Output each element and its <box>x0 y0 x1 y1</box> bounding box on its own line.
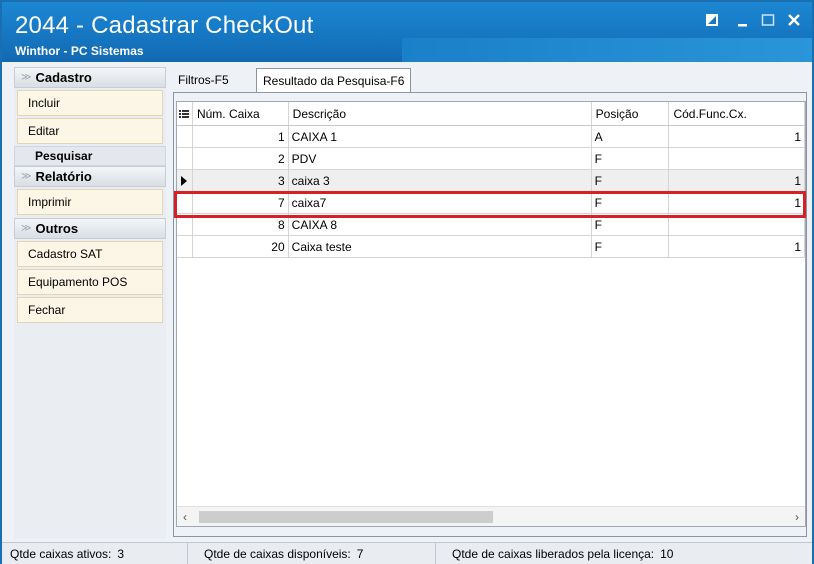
cadastro-sat-button[interactable]: Cadastro SAT <box>17 241 163 267</box>
incluir-button[interactable]: Incluir <box>17 90 163 116</box>
cell-descricao: caixa 3 <box>289 170 592 191</box>
scrollbar-thumb[interactable] <box>199 511 493 523</box>
table-row[interactable]: 8 CAIXA 8 F <box>177 214 805 236</box>
restore-icon[interactable] <box>704 12 722 30</box>
section-outros-header[interactable]: ≫ Outros <box>14 218 166 239</box>
cell-posicao: F <box>592 236 670 257</box>
minimize-icon[interactable] <box>736 12 754 30</box>
cell-codfunc: 1 <box>669 170 805 191</box>
cell-codfunc <box>669 214 805 235</box>
table-row-selected[interactable]: 3 caixa 3 F 1 <box>177 170 805 192</box>
section-relatorio-header[interactable]: ≫ Relatório <box>14 166 166 187</box>
app-window: 2044 - Cadastrar CheckOut Winthor - PC S… <box>0 0 814 564</box>
sidebar: ≫ Cadastro Incluir Editar Pesquisar ≫ Re… <box>14 67 166 539</box>
scroll-right-icon[interactable]: › <box>795 510 799 524</box>
cell-num: 7 <box>193 192 289 213</box>
cell-posicao: F <box>592 170 670 191</box>
status-liberados: Qtde de caixas liberados pela licença: 1… <box>436 543 808 564</box>
column-chooser-icon[interactable] <box>177 102 193 125</box>
cell-codfunc: 1 <box>669 126 805 147</box>
pesquisar-button[interactable]: Pesquisar <box>14 146 166 166</box>
tab-resultado[interactable]: Resultado da Pesquisa-F6 <box>256 68 412 93</box>
scroll-left-icon[interactable]: ‹ <box>183 510 187 524</box>
status-ativos-label: Qtde caixas ativos: <box>10 546 112 561</box>
cell-num: 1 <box>193 126 289 147</box>
window-subtitle: Winthor - PC Sistemas <box>15 44 144 58</box>
cell-posicao: A <box>592 126 670 147</box>
window-title: 2044 - Cadastrar CheckOut <box>15 12 314 39</box>
horizontal-scrollbar[interactable]: ‹ › <box>177 506 805 526</box>
table-row[interactable]: 1 CAIXA 1 A 1 <box>177 126 805 148</box>
column-header-num[interactable]: Núm. Caixa <box>192 102 289 125</box>
close-icon[interactable] <box>786 12 804 30</box>
imprimir-button[interactable]: Imprimir <box>17 189 163 215</box>
table-row[interactable]: 7 caixa7 F 1 <box>177 192 805 214</box>
status-disponiveis: Qtde de caixas disponíveis: 7 <box>188 543 436 564</box>
cell-codfunc: 1 <box>669 236 805 257</box>
editar-button[interactable]: Editar <box>17 118 163 144</box>
fechar-button[interactable]: Fechar <box>17 297 163 323</box>
grid-header: Núm. Caixa Descrição Posição Cód.Func.Cx… <box>177 102 805 126</box>
cell-descricao: PDV <box>289 148 592 169</box>
section-relatorio-label: Relatório <box>35 169 92 184</box>
cell-descricao: CAIXA 1 <box>289 126 592 147</box>
section-outros-label: Outros <box>35 221 79 236</box>
maximize-icon[interactable] <box>760 12 778 30</box>
cell-descricao: caixa7 <box>289 192 592 213</box>
status-ativos: Qtde caixas ativos: 3 <box>2 543 188 564</box>
cell-posicao: F <box>592 192 670 213</box>
cell-num: 8 <box>193 214 289 235</box>
row-pointer-icon <box>177 170 193 191</box>
cell-num: 20 <box>193 236 289 257</box>
chevron-down-icon: ≫ <box>21 171 32 182</box>
column-header-codfunc[interactable]: Cód.Func.Cx. <box>669 102 805 125</box>
cell-codfunc: 1 <box>669 192 805 213</box>
cell-posicao: F <box>592 148 670 169</box>
status-ativos-value: 3 <box>117 546 125 561</box>
title-bar: 2044 - Cadastrar CheckOut Winthor - PC S… <box>2 2 812 62</box>
cell-num: 2 <box>193 148 289 169</box>
status-bar: Qtde caixas ativos: 3 Qtde de caixas dis… <box>2 542 812 564</box>
table-row[interactable]: 20 Caixa teste F 1 <box>177 236 805 258</box>
status-disponiveis-label: Qtde de caixas disponíveis: <box>204 546 351 561</box>
cell-posicao: F <box>592 214 670 235</box>
chevron-down-icon: ≫ <box>21 72 32 83</box>
status-liberados-label: Qtde de caixas liberados pela licença: <box>452 546 655 561</box>
column-header-descricao[interactable]: Descrição <box>288 102 592 125</box>
status-liberados-value: 10 <box>660 546 674 561</box>
cell-descricao: CAIXA 8 <box>289 214 592 235</box>
column-header-posicao[interactable]: Posição <box>591 102 670 125</box>
tab-filtros[interactable]: Filtros-F5 <box>172 68 235 92</box>
section-cadastro-header[interactable]: ≫ Cadastro <box>14 67 166 88</box>
tab-panel-resultado: Núm. Caixa Descrição Posição Cód.Func.Cx… <box>173 92 807 537</box>
table-row[interactable]: 2 PDV F <box>177 148 805 170</box>
equipamento-pos-button[interactable]: Equipamento POS <box>17 269 163 295</box>
cell-num: 3 <box>193 170 289 191</box>
cell-descricao: Caixa teste <box>289 236 592 257</box>
main-panel: Filtros-F5 Resultado da Pesquisa-F6 Núm.… <box>170 66 810 540</box>
chevron-down-icon: ≫ <box>21 223 32 234</box>
results-grid: Núm. Caixa Descrição Posição Cód.Func.Cx… <box>176 101 806 527</box>
cell-codfunc <box>669 148 805 169</box>
status-disponiveis-value: 7 <box>356 546 364 561</box>
section-cadastro-label: Cadastro <box>35 70 92 85</box>
